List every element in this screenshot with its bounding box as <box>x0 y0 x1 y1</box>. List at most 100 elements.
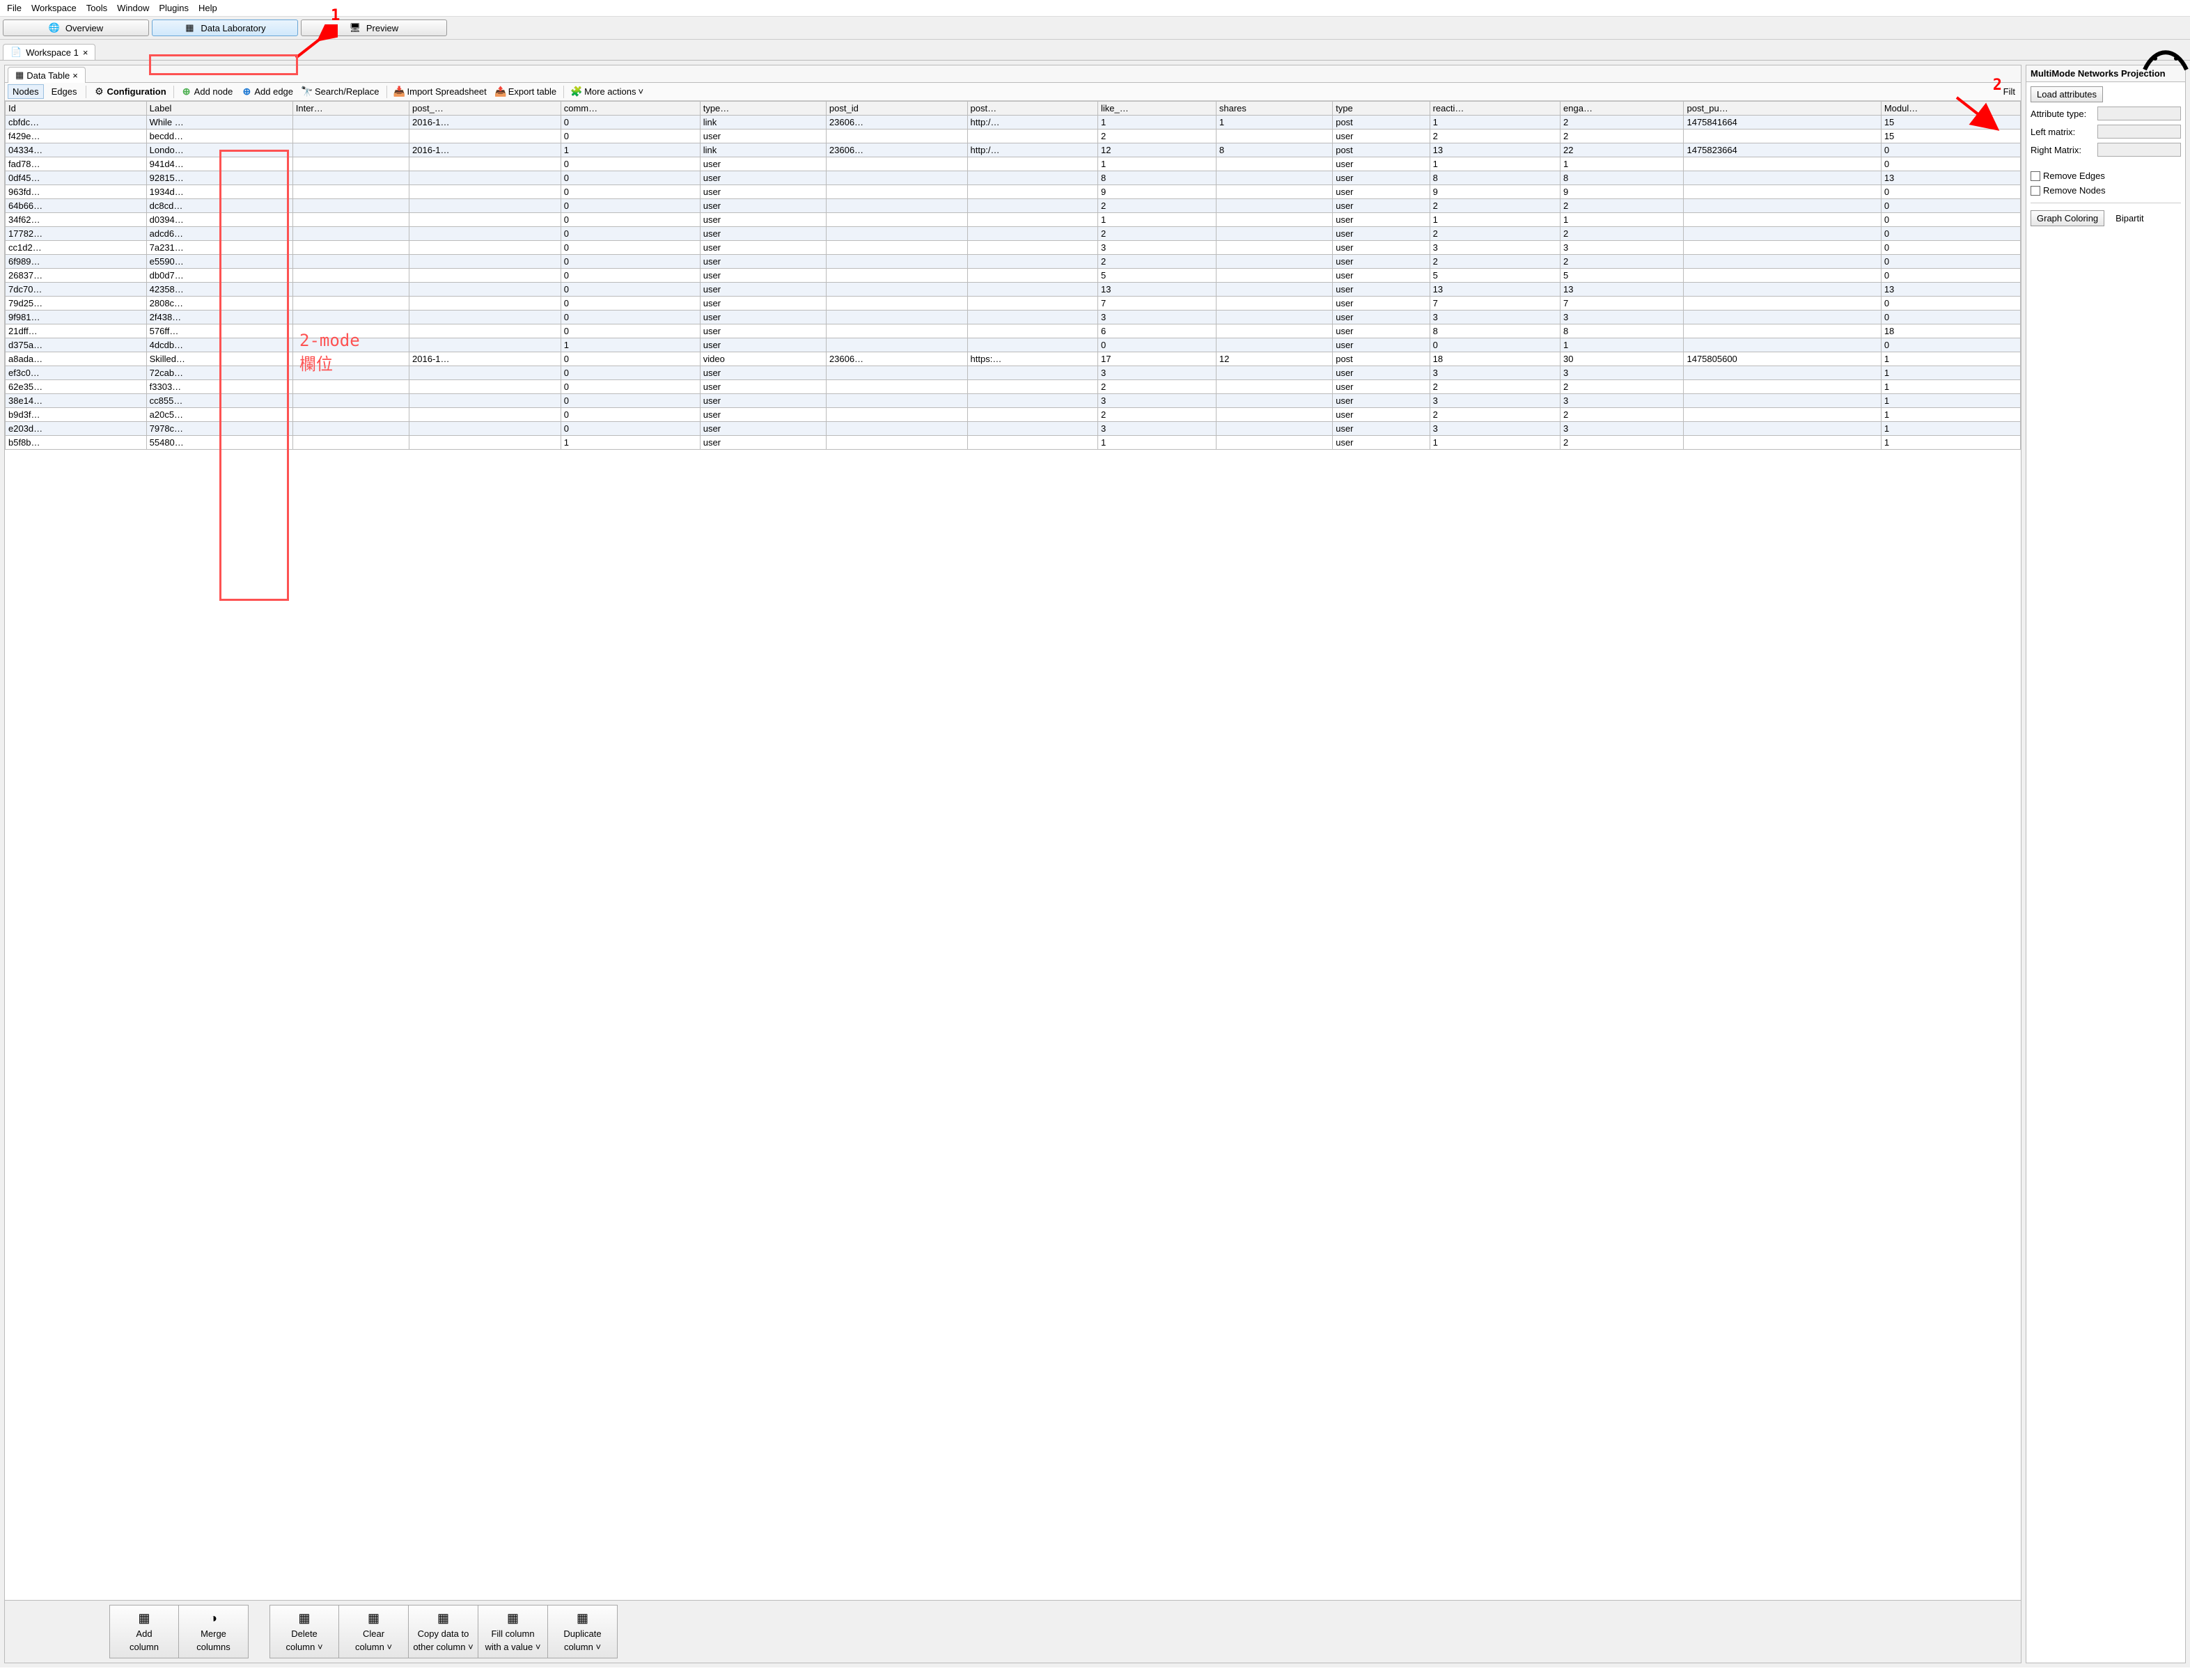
table-cell[interactable] <box>1216 171 1332 185</box>
table-cell[interactable]: 963fd… <box>6 185 147 199</box>
table-cell[interactable]: user <box>1333 311 1430 324</box>
table-cell[interactable]: user <box>700 366 826 380</box>
table-row[interactable]: fad78…941d4…0user1user110 <box>6 157 2021 171</box>
table-cell[interactable]: user <box>1333 185 1430 199</box>
table-row[interactable]: 963fd…1934d…0user9user990 <box>6 185 2021 199</box>
table-cell[interactable] <box>409 366 561 380</box>
column-header[interactable]: post_… <box>409 102 561 116</box>
menu-window[interactable]: Window <box>113 1 153 15</box>
table-cell[interactable] <box>292 283 409 297</box>
table-cell[interactable] <box>409 408 561 422</box>
table-cell[interactable] <box>1684 366 1881 380</box>
menu-file[interactable]: File <box>3 1 26 15</box>
table-cell[interactable]: 22 <box>1561 143 1684 157</box>
export-table-button[interactable]: 📤 Export table <box>492 85 559 99</box>
table-cell[interactable]: 1475841664 <box>1684 116 1881 129</box>
table-cell[interactable] <box>967 422 1097 436</box>
table-cell[interactable]: user <box>700 394 826 408</box>
table-cell[interactable]: 1 <box>1430 116 1560 129</box>
table-cell[interactable]: 13 <box>1881 283 2020 297</box>
table-cell[interactable]: 576ff… <box>146 324 292 338</box>
table-cell[interactable]: 0 <box>561 352 700 366</box>
main-tab-overview[interactable]: 🌐Overview <box>3 19 149 36</box>
table-cell[interactable]: 7a231… <box>146 241 292 255</box>
table-cell[interactable]: 2 <box>1430 227 1560 241</box>
table-row[interactable]: 21dff…576ff…0user6user8818 <box>6 324 2021 338</box>
table-cell[interactable]: user <box>700 324 826 338</box>
table-row[interactable]: 7dc70…42358…0user13user131313 <box>6 283 2021 297</box>
table-cell[interactable]: user <box>700 185 826 199</box>
table-cell[interactable]: f3303… <box>146 380 292 394</box>
table-row[interactable]: a8ada…Skilled…2016-1…0video23606…https:…… <box>6 352 2021 366</box>
table-cell[interactable]: 0 <box>561 297 700 311</box>
table-cell[interactable]: 0 <box>561 394 700 408</box>
table-cell[interactable] <box>1684 171 1881 185</box>
table-cell[interactable] <box>826 422 967 436</box>
table-cell[interactable] <box>292 436 409 450</box>
table-cell[interactable]: 0 <box>561 116 700 129</box>
table-cell[interactable]: 13 <box>1430 283 1560 297</box>
table-cell[interactable]: 12 <box>1216 352 1332 366</box>
table-cell[interactable]: 0 <box>1881 227 2020 241</box>
right-matrix-combo[interactable] <box>2097 143 2181 157</box>
table-cell[interactable] <box>292 297 409 311</box>
table-cell[interactable] <box>409 311 561 324</box>
table-cell[interactable]: http:/… <box>967 116 1097 129</box>
table-cell[interactable]: 4dcdb… <box>146 338 292 352</box>
table-cell[interactable] <box>292 380 409 394</box>
table-cell[interactable] <box>967 297 1097 311</box>
table-cell[interactable]: 0 <box>561 422 700 436</box>
table-cell[interactable] <box>292 408 409 422</box>
search-replace-button[interactable]: 🔭 Search/Replace <box>299 85 382 99</box>
table-row[interactable]: 38e14…cc855…0user3user331 <box>6 394 2021 408</box>
table-cell[interactable]: user <box>700 297 826 311</box>
table-cell[interactable]: 2 <box>1430 129 1560 143</box>
table-cell[interactable] <box>409 241 561 255</box>
table-cell[interactable]: http:/… <box>967 143 1097 157</box>
load-attributes-button[interactable]: Load attributes <box>2031 86 2103 102</box>
table-cell[interactable]: 1 <box>1098 213 1217 227</box>
filter-button[interactable]: Filt <box>2001 85 2018 98</box>
table-cell[interactable] <box>1684 283 1881 297</box>
table-cell[interactable]: 13 <box>1430 143 1560 157</box>
remove-nodes-checkbox[interactable]: Remove Nodes <box>2031 185 2181 196</box>
table-row[interactable]: 26837…db0d7…0user5user550 <box>6 269 2021 283</box>
table-cell[interactable] <box>826 269 967 283</box>
close-icon[interactable]: × <box>72 70 78 81</box>
table-cell[interactable]: 13 <box>1098 283 1217 297</box>
table-cell[interactable]: 0 <box>561 324 700 338</box>
table-cell[interactable]: 1 <box>1098 436 1217 450</box>
table-cell[interactable] <box>826 283 967 297</box>
table-cell[interactable]: user <box>1333 380 1430 394</box>
configuration-toggle[interactable]: ⚙ Configuration <box>91 85 169 99</box>
table-cell[interactable]: 0 <box>561 408 700 422</box>
table-cell[interactable] <box>1684 199 1881 213</box>
table-cell[interactable]: 8 <box>1561 324 1684 338</box>
table-cell[interactable]: 1 <box>1881 422 2020 436</box>
table-cell[interactable]: cbfdc… <box>6 116 147 129</box>
table-cell[interactable]: user <box>700 157 826 171</box>
table-cell[interactable] <box>826 227 967 241</box>
table-cell[interactable] <box>292 324 409 338</box>
table-cell[interactable] <box>1684 394 1881 408</box>
table-cell[interactable]: 9 <box>1098 185 1217 199</box>
table-cell[interactable]: 9f981… <box>6 311 147 324</box>
table-cell[interactable]: fad78… <box>6 157 147 171</box>
table-cell[interactable]: user <box>700 269 826 283</box>
menu-tools[interactable]: Tools <box>82 1 111 15</box>
table-cell[interactable]: 0 <box>1881 311 2020 324</box>
table-cell[interactable]: 38e14… <box>6 394 147 408</box>
table-cell[interactable]: cc855… <box>146 394 292 408</box>
table-cell[interactable] <box>1216 436 1332 450</box>
table-cell[interactable]: 2 <box>1098 408 1217 422</box>
table-cell[interactable] <box>1216 227 1332 241</box>
table-cell[interactable]: 3 <box>1098 311 1217 324</box>
table-cell[interactable]: 1475823664 <box>1684 143 1881 157</box>
table-row[interactable]: 6f989…e5590…0user2user220 <box>6 255 2021 269</box>
table-cell[interactable]: user <box>700 255 826 269</box>
table-row[interactable]: 79d25…2808c…0user7user770 <box>6 297 2021 311</box>
table-cell[interactable]: 0 <box>561 311 700 324</box>
import-spreadsheet-button[interactable]: 📥 Import Spreadsheet <box>391 85 490 99</box>
table-row[interactable]: 64b66…dc8cd…0user2user220 <box>6 199 2021 213</box>
table-cell[interactable]: 0 <box>561 157 700 171</box>
